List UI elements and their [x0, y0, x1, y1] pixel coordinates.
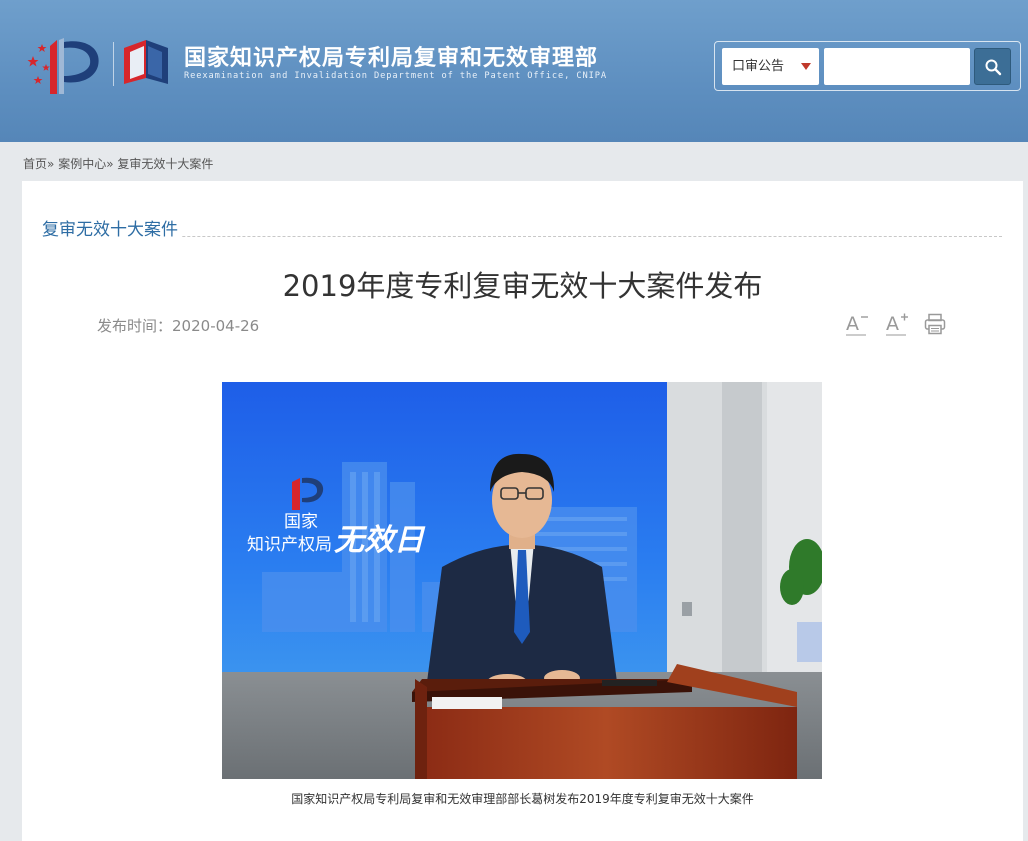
svg-text:A: A — [886, 313, 899, 335]
logo-divider — [113, 42, 114, 86]
site-title[interactable]: 国家知识产权局专利局复审和无效审理部 — [184, 40, 598, 72]
dropdown-caret-icon — [801, 63, 811, 70]
breadcrumb-current-link[interactable]: 复审无效十大案件 — [117, 157, 213, 171]
publish-time: 发布时间：2020-04-26 — [97, 315, 259, 336]
screen-logo-line2: 知识产权局 — [247, 535, 332, 555]
printer-icon[interactable] — [924, 313, 946, 335]
search-box: 口审公告 — [714, 41, 1021, 91]
screen-logo-line1: 国家 — [284, 512, 318, 532]
section-divider — [42, 236, 1002, 237]
search-button[interactable] — [974, 48, 1011, 85]
section-title: 复审无效十大案件 — [42, 215, 182, 240]
article-title: 2019年度专利复审无效十大案件发布 — [282, 269, 763, 303]
svg-text:A: A — [846, 313, 859, 335]
cnipa-logo-emblem[interactable] — [24, 36, 106, 96]
search-icon — [985, 59, 1001, 75]
article-card: 复审无效十大案件 2019年度专利复审无效十大案件发布 发布时间：2020-04… — [22, 181, 1023, 841]
breadcrumb-separator: » — [106, 157, 114, 171]
article-photo: 国家 知识产权局 无效日 — [222, 382, 822, 779]
breadcrumb-cases-link[interactable]: 案例中心 — [58, 157, 106, 171]
search-category-select[interactable]: 口审公告 — [722, 48, 819, 85]
photo-caption: 国家知识产权局专利局复审和无效审理部部长葛树发布2019年度专利复审无效十大案件 — [291, 792, 754, 806]
patent-office-logo-icon — [124, 40, 168, 84]
search-category-value: 口审公告 — [732, 59, 785, 74]
search-input[interactable] — [824, 48, 970, 85]
publish-time-label: 发布时间： — [97, 317, 173, 335]
site-header: 国家知识产权局专利局复审和无效审理部 Reexamination and Inv… — [0, 0, 1028, 142]
screen-logo-script: 无效日 — [334, 523, 426, 558]
breadcrumb-separator: » — [47, 157, 55, 171]
publish-date: 2020-04-26 — [172, 317, 260, 335]
breadcrumb-home-link[interactable]: 首页 — [23, 157, 47, 171]
breadcrumb: 首页» 案例中心» 复审无效十大案件 — [23, 155, 213, 172]
font-increase-icon[interactable]: A — [886, 311, 912, 337]
font-decrease-icon[interactable]: A — [846, 311, 872, 337]
site-subtitle: Reexamination and Invalidation Departmen… — [184, 71, 607, 81]
